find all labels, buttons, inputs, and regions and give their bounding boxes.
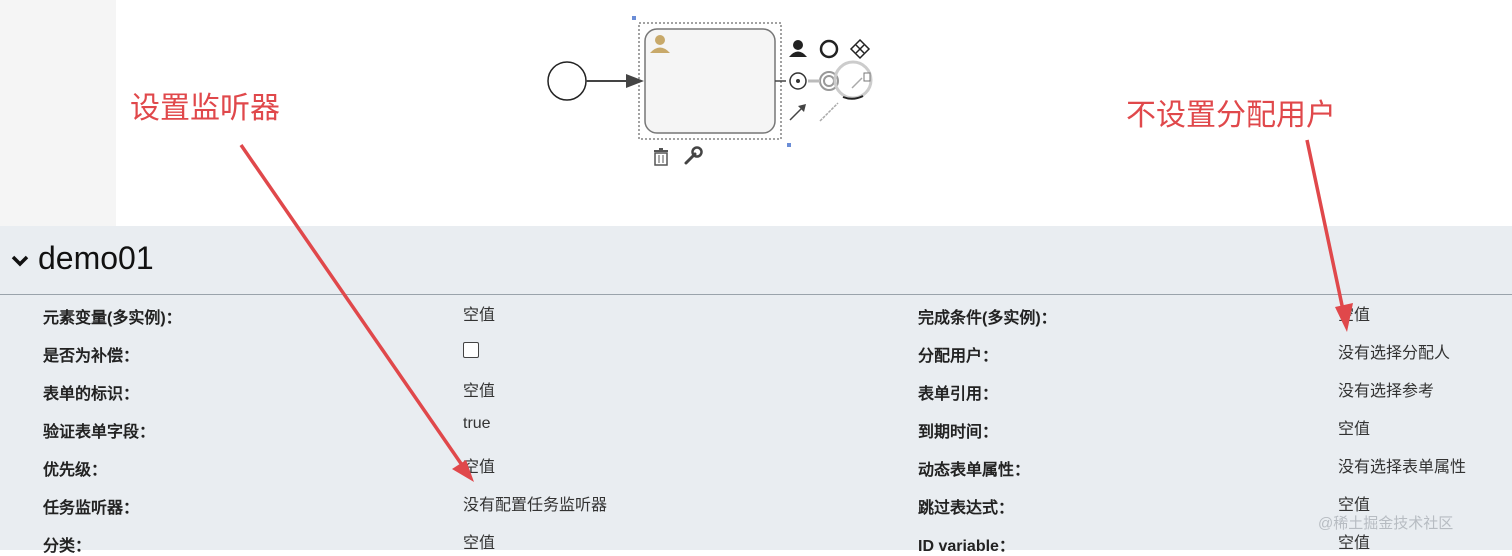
chevron-down-icon[interactable]: [10, 250, 30, 270]
properties-header[interactable]: demo01: [0, 226, 1512, 295]
prop-label-form-properties: 动态表单属性：: [918, 462, 1031, 479]
prop-label-priority: 优先级：: [43, 462, 108, 479]
prop-value-assignment[interactable]: 没有选择分配人: [1338, 339, 1450, 363]
prop-value-category[interactable]: 空值: [463, 529, 495, 553]
prop-label-task-listeners: 任务监听器：: [43, 500, 140, 517]
prop-label-assignment: 分配用户：: [918, 348, 999, 365]
palette-circle-icon[interactable]: [819, 39, 839, 59]
prop-value-form-reference[interactable]: 没有选择参考: [1338, 377, 1434, 401]
palette-end-event-drag[interactable]: [833, 60, 873, 100]
prop-value-task-listeners[interactable]: 没有配置任务监听器: [463, 491, 607, 515]
prop-label-form-reference: 表单引用：: [918, 386, 999, 403]
prop-value-completion-condition[interactable]: 空值: [1338, 301, 1370, 325]
palette-arrow-icon[interactable]: [789, 104, 806, 121]
prop-label-element-variable: 元素变量(多实例)：: [43, 310, 182, 327]
prop-label-is-compensation: 是否为补偿：: [43, 348, 140, 365]
prop-label-skip-expression: 跳过表达式：: [918, 500, 1015, 517]
resize-handle[interactable]: [787, 143, 791, 147]
prop-label-id-variable: ID variable：: [918, 538, 1015, 555]
prop-label-form-key: 表单的标识：: [43, 386, 140, 403]
palette-line-icon[interactable]: [819, 102, 839, 122]
prop-label-completion-condition: 完成条件(多实例)：: [918, 310, 1057, 327]
wrench-icon[interactable]: [684, 146, 703, 165]
palette-user-icon[interactable]: [789, 40, 807, 57]
trash-icon[interactable]: [654, 148, 668, 166]
palette-gateway-icon[interactable]: [849, 38, 871, 60]
start-event[interactable]: [547, 61, 587, 101]
palette-intermediate-event-icon[interactable]: [808, 71, 839, 91]
sequence-flow-arrowhead: [626, 74, 644, 88]
prop-value-form-properties[interactable]: 没有选择表单属性: [1338, 453, 1466, 477]
annotation-set-listener: 设置监听器: [130, 91, 280, 126]
palette-event-icon[interactable]: [789, 72, 807, 90]
properties-panel: demo01 元素变量(多实例)： 空值 是否为补偿： 表单的标识： 空值 验证…: [0, 226, 1512, 555]
prop-value-priority[interactable]: 空值: [463, 453, 495, 477]
prop-value-due-date[interactable]: 空值: [1338, 415, 1370, 439]
prop-value-validate-form-fields[interactable]: true: [463, 415, 491, 433]
is-compensation-checkbox[interactable]: [463, 342, 479, 358]
watermark: @稀土掘金技术社区: [1318, 515, 1454, 532]
user-task[interactable]: [644, 28, 776, 134]
prop-value-form-key[interactable]: 空值: [463, 377, 495, 401]
element-title: demo01: [38, 240, 154, 276]
resize-handle[interactable]: [632, 16, 636, 20]
prop-label-validate-form-fields: 验证表单字段：: [43, 424, 156, 441]
prop-value-element-variable[interactable]: 空值: [463, 301, 495, 325]
annotation-no-assignee: 不设置分配用户: [1126, 98, 1336, 133]
prop-label-category: 分类：: [43, 538, 92, 555]
prop-label-due-date: 到期时间：: [918, 424, 999, 441]
